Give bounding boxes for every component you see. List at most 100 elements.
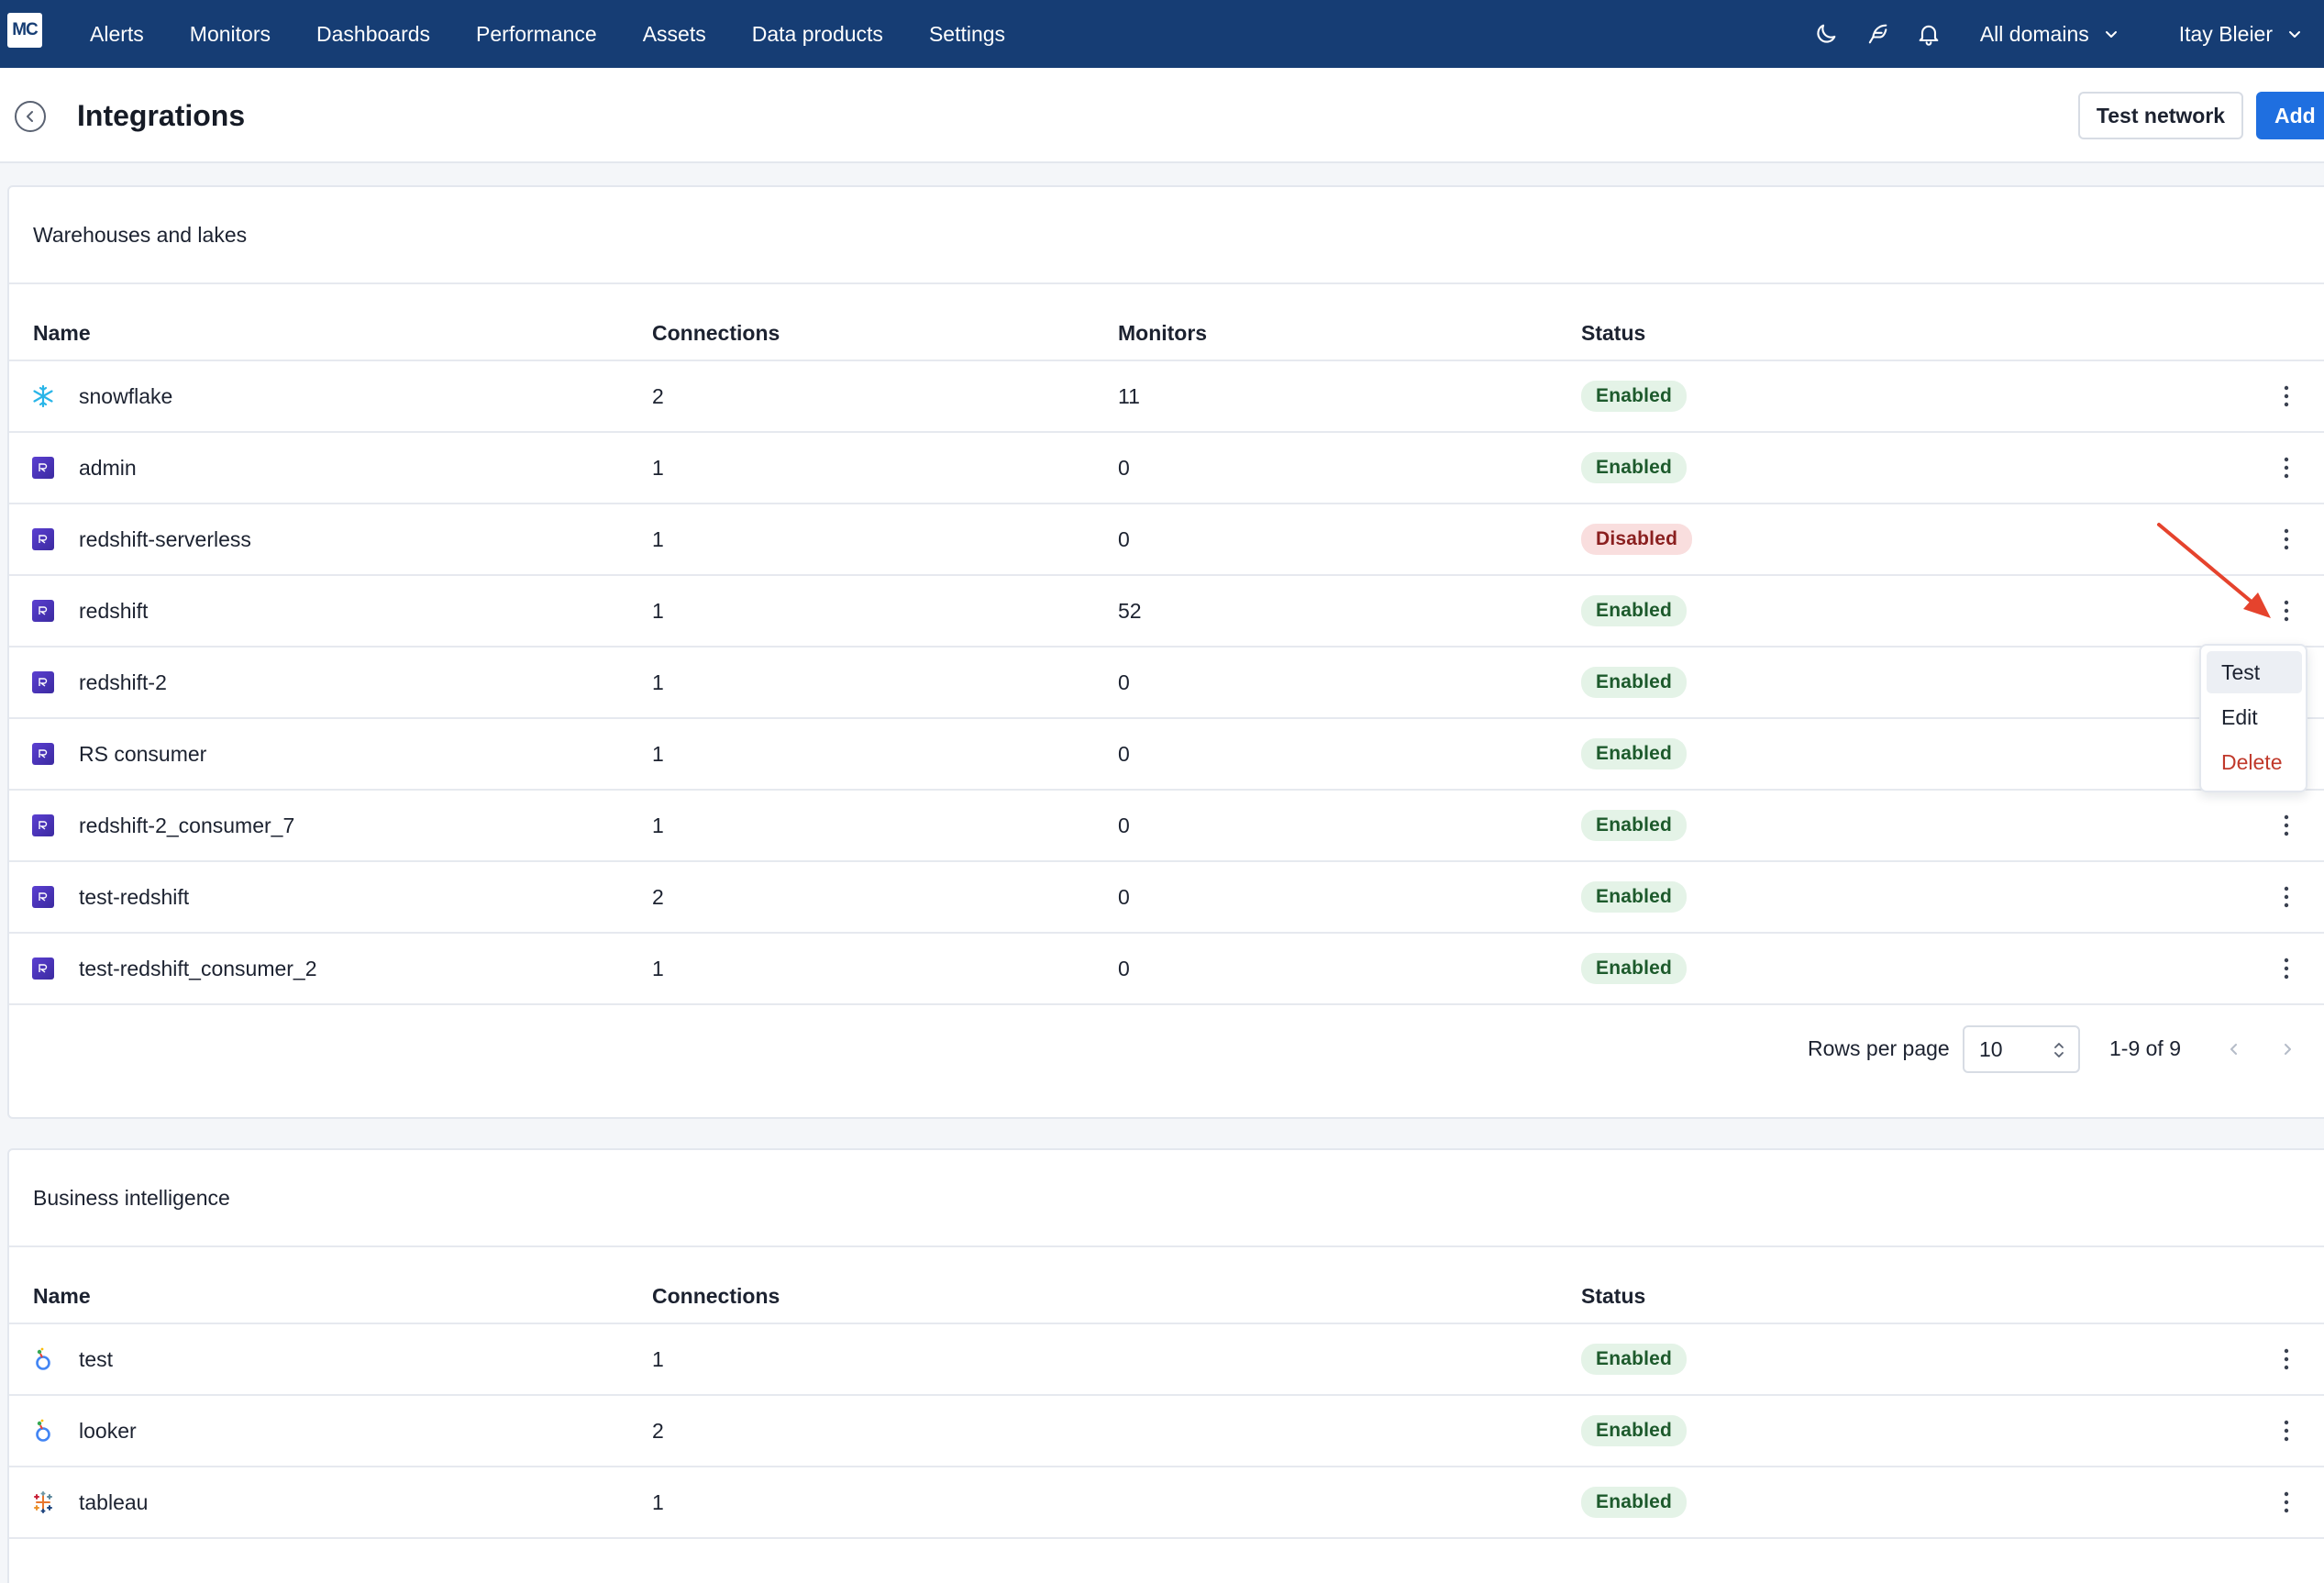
page-header: Integrations Test network Add [0,68,2324,163]
back-button[interactable] [15,101,46,132]
integration-name[interactable]: tableau [79,1467,148,1537]
integration-name[interactable]: looker [79,1396,137,1466]
nav-item-settings[interactable]: Settings [929,22,1005,47]
connections-count: 1 [652,455,664,480]
nav-item-performance[interactable]: Performance [476,22,597,47]
table-row[interactable]: admin 1 0 Enabled [9,433,2324,504]
status-cell: Enabled [1581,361,1688,431]
integration-name[interactable]: RS consumer [79,719,206,789]
looker-icon [31,1396,55,1466]
menu-item-test[interactable]: Test [2207,651,2302,693]
redshift-icon [31,433,55,503]
nav-item-dashboards[interactable]: Dashboards [316,22,430,47]
redshift-icon [31,862,55,932]
column-header-name[interactable]: Name [33,321,91,346]
nav-right: All domains Itay Bleier [1800,0,2324,68]
redshift-icon [31,719,55,789]
chevron-down-icon [2105,31,2117,38]
pagination: Rows per page 10 1-9 of 9 [0,1025,2324,1073]
status-badge: Enabled [1581,881,1688,913]
monitors-count: 52 [1118,598,1142,623]
warehouses-title: Warehouses and lakes [33,223,248,247]
nav-item-monitors[interactable]: Monitors [190,22,271,47]
monitors-count: 11 [1118,383,1140,408]
kebab-icon [2284,958,2289,980]
row-actions-button[interactable] [2273,1467,2300,1537]
integration-name[interactable]: admin [79,433,137,503]
table-row[interactable]: redshift 1 52 Enabled [9,576,2324,648]
table-row[interactable]: redshift-2_consumer_7 1 0 Enabled [9,791,2324,862]
table-row[interactable]: tableau 1 Enabled [9,1467,2324,1539]
row-actions-button[interactable] [2273,791,2300,860]
column-header-connections[interactable]: Connections [652,321,780,346]
bi-card: Business intelligence Name Connections S… [7,1148,2324,1583]
integration-name[interactable]: redshift [79,576,148,646]
user-menu[interactable]: Itay Bleier [2179,22,2304,47]
snowflake-icon [31,361,55,431]
row-actions-menu: Test Edit Delete [2199,644,2307,792]
row-actions-button[interactable] [2273,433,2300,503]
moon-icon[interactable] [1810,18,1842,50]
column-header-monitors[interactable]: Monitors [1118,321,1207,346]
table-row[interactable]: test-redshift_consumer_2 1 0 Enabled [9,934,2324,1005]
row-actions-button[interactable] [2273,1396,2300,1466]
table-row[interactable]: test 1 Enabled [9,1324,2324,1396]
status-badge: Enabled [1581,452,1688,483]
status-badge: Enabled [1581,810,1688,841]
rows-per-page-value: 10 [1979,1036,2003,1061]
status-badge: Enabled [1581,953,1688,984]
integration-name[interactable]: redshift-2_consumer_7 [79,791,294,860]
top-nav: MC Alerts Monitors Dashboards Performanc… [0,0,2324,68]
feather-icon[interactable] [1862,18,1893,50]
bell-icon[interactable] [1913,18,1944,50]
table-row[interactable]: redshift-2 1 0 Enabled [9,648,2324,719]
table-row[interactable]: RS consumer 1 0 Enabled [9,719,2324,791]
table-row[interactable]: redshift-serverless 1 0 Disabled [9,504,2324,576]
kebab-icon [2284,886,2289,908]
menu-item-delete[interactable]: Delete [2207,741,2302,783]
column-header-status[interactable]: Status [1581,1284,1645,1309]
test-network-button[interactable]: Test network [2078,92,2243,139]
prev-page-button[interactable] [2221,1036,2247,1062]
row-actions-button[interactable] [2273,1324,2300,1394]
connections-count: 1 [652,813,664,837]
integration-name[interactable]: test-redshift_consumer_2 [79,934,317,1003]
looker-icon [31,1324,55,1394]
menu-item-edit[interactable]: Edit [2207,696,2302,738]
row-actions-button[interactable] [2273,934,2300,1003]
integration-name[interactable]: test [79,1324,113,1394]
nav-item-data-products[interactable]: Data products [752,22,883,47]
chevron-left-icon [27,111,33,122]
row-actions-button[interactable] [2273,862,2300,932]
rows-per-page-select[interactable]: 10 [1963,1025,2080,1073]
monitors-count: 0 [1118,526,1130,551]
table-row[interactable]: snowflake 2 11 Enabled [9,361,2324,433]
table-row[interactable]: looker 2 Enabled [9,1396,2324,1467]
logo[interactable]: MC [7,13,42,48]
connections-count: 2 [652,383,664,408]
domain-select[interactable]: All domains [1980,22,2120,47]
integration-name[interactable]: redshift-serverless [79,504,251,574]
integration-name[interactable]: redshift-2 [79,648,167,717]
row-actions-button[interactable] [2273,504,2300,574]
nav-item-alerts[interactable]: Alerts [90,22,144,47]
table-row[interactable]: test-redshift 2 0 Enabled [9,862,2324,934]
column-header-status[interactable]: Status [1581,321,1645,346]
row-actions-button[interactable] [2273,576,2300,646]
status-cell: Enabled [1581,1324,1688,1394]
status-cell: Enabled [1581,791,1688,860]
next-page-button[interactable] [2274,1036,2300,1062]
nav-item-assets[interactable]: Assets [643,22,706,47]
monitors-count: 0 [1118,813,1130,837]
connections-count: 1 [652,1346,664,1371]
connections-count: 1 [652,598,664,623]
status-badge: Enabled [1581,1487,1688,1518]
status-cell: Enabled [1581,433,1688,503]
integration-name[interactable]: snowflake [79,361,172,431]
status-badge: Enabled [1581,1415,1688,1446]
add-button[interactable]: Add [2256,92,2324,139]
column-header-name[interactable]: Name [33,1284,91,1309]
row-actions-button[interactable] [2273,361,2300,431]
column-header-connections[interactable]: Connections [652,1284,780,1309]
integration-name[interactable]: test-redshift [79,862,189,932]
